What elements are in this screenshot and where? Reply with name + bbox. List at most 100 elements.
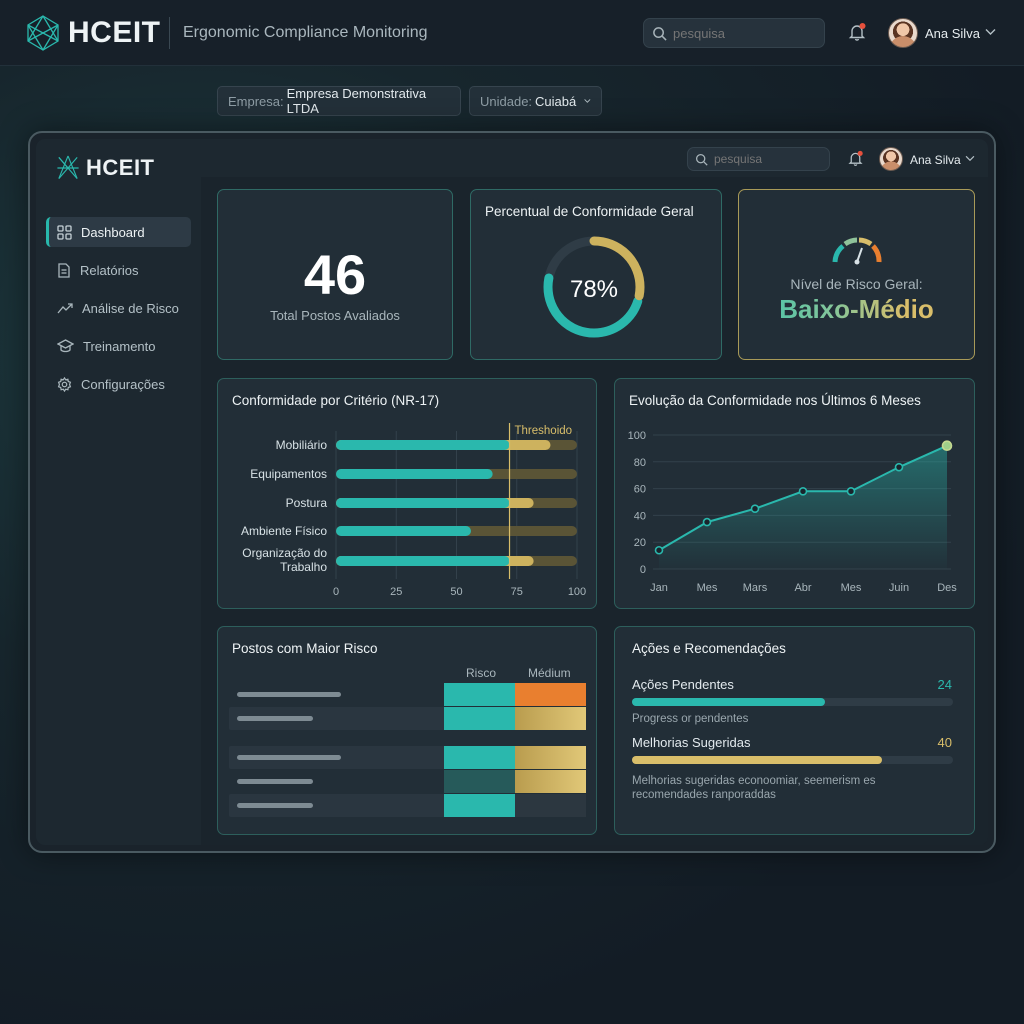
total-stations-card: 46 Total Postos Avaliados — [217, 189, 453, 360]
actions-card-title: Ações e Recomendações — [632, 641, 786, 656]
suggested-improvements-note: Melhorias sugeridas econoomiar, seemeris… — [632, 775, 876, 801]
inner-user-name[interactable]: Ana Silva — [910, 153, 961, 167]
search-input[interactable] — [673, 25, 793, 41]
sidebar-item-label: Configurações — [81, 376, 165, 392]
line-y-tick-label: 40 — [634, 510, 646, 522]
station-name-placeholder — [237, 755, 341, 760]
pending-actions-note: Progress or pendentes — [632, 713, 749, 725]
line-point — [941, 440, 953, 452]
notification-bell-icon[interactable] — [847, 150, 864, 167]
sidebar-item-label: Análise de Risco — [82, 300, 179, 316]
company-filter[interactable]: Empresa: Empresa Demonstrativa LTDA — [217, 86, 461, 116]
bar-mark — [336, 556, 510, 566]
line-y-tick-label: 20 — [634, 537, 646, 549]
risk-table-row[interactable] — [229, 794, 586, 817]
total-stations-value: 46 — [303, 243, 367, 306]
line-y-tick-label: 80 — [634, 457, 646, 469]
station-name-placeholder — [237, 803, 313, 808]
bar-x-tick-label: 0 — [333, 586, 339, 598]
sidebar-item-training[interactable]: Treinamento — [46, 331, 191, 361]
notification-bell-icon[interactable] — [847, 22, 867, 42]
sidebar-nav: Dashboard Relatórios Análise de Risco Tr… — [46, 217, 191, 407]
bar-mark — [336, 440, 510, 450]
risk-cell — [444, 746, 515, 769]
risk-table-row[interactable] — [229, 746, 586, 769]
speedometer-gauge-icon — [832, 237, 882, 265]
line-point — [702, 517, 712, 527]
brand-divider — [169, 17, 170, 49]
line-point — [846, 486, 856, 496]
medium-cell — [515, 683, 586, 706]
company-filter-label: Empresa: — [228, 93, 284, 109]
suggested-improvements-progress-fill — [632, 756, 883, 764]
company-filter-value: Empresa Demonstrativa LTDA — [286, 86, 427, 116]
inner-search-input[interactable] — [714, 152, 814, 166]
line-point — [894, 462, 904, 472]
trend-chart-icon — [57, 303, 73, 314]
unit-filter-dropdown[interactable]: Unidade: Cuiabá — [469, 86, 602, 116]
pending-actions-value: 24 — [937, 677, 952, 692]
risk-table-row[interactable] — [229, 683, 586, 706]
gear-icon — [57, 376, 72, 392]
sidebar-item-reports[interactable]: Relatórios — [46, 255, 191, 285]
risk-column-header: Risco — [466, 666, 497, 680]
bar-category-label: Postura — [286, 496, 328, 510]
sidebar-item-label: Treinamento — [83, 338, 156, 354]
bar-x-tick-label: 100 — [568, 586, 586, 598]
bar-category-label: Organização do Trabalho — [242, 546, 327, 574]
line-point — [750, 504, 760, 513]
station-name-placeholder — [237, 692, 341, 697]
pending-actions-progress-fill — [632, 698, 825, 706]
bar-mark — [336, 526, 471, 536]
bar-mark — [336, 498, 510, 508]
line-x-tick-label: Mes — [697, 582, 718, 594]
chevron-down-icon[interactable] — [965, 155, 975, 162]
user-avatar[interactable] — [888, 18, 918, 48]
bar-category-label: Equipamentos — [250, 467, 327, 481]
pending-actions-progress — [632, 698, 953, 706]
inner-search-box[interactable] — [687, 147, 830, 171]
dashboard-grid-icon — [57, 224, 72, 240]
risk-table-row[interactable] — [229, 707, 586, 730]
line-x-tick-label: Jan — [650, 582, 668, 594]
conformity-value: 78% — [569, 276, 619, 303]
risk-table-title: Postos com Maior Risco — [232, 641, 378, 656]
brand-logo[interactable]: HCEIT — [26, 14, 161, 52]
unit-filter-value: Cuiabá — [535, 93, 577, 109]
line-y-tick-label: 100 — [628, 430, 646, 442]
highest-risk-stations-card: Postos com Maior Risco Risco Médium — [217, 626, 597, 835]
risk-level-value: Baixo-Médio — [739, 294, 974, 325]
search-icon — [653, 26, 667, 41]
risk-table-row[interactable] — [229, 770, 586, 793]
risk-cell — [444, 683, 515, 706]
line-point — [654, 545, 664, 555]
chevron-down-icon[interactable] — [985, 28, 996, 36]
search-icon — [695, 153, 708, 166]
line-point — [798, 486, 808, 496]
sidebar-item-risk-analysis[interactable]: Análise de Risco — [46, 293, 191, 323]
conformity-evolution-card: Evolução da Conformidade nos Últimos 6 M… — [614, 378, 975, 609]
medium-cell — [515, 770, 586, 793]
sidebar-brand-logo[interactable]: HCEIT — [56, 154, 155, 182]
risk-cell — [444, 794, 515, 817]
criteria-conformity-card: Conformidade por Critério (NR-17) 0 25 50 7… — [217, 378, 597, 609]
pending-actions-label: Ações Pendentes — [632, 677, 734, 692]
sidebar-item-dashboard[interactable]: Dashboard — [46, 217, 191, 247]
criteria-bar-chart: 0 25 50 75 100 Mobiliário Equipamentos Postura A… — [241, 423, 586, 598]
medium-column-header: Médium — [528, 666, 571, 680]
conformity-line-chart: 0 20 40 60 80 100 Jan Mes Mars Abr Mes Juin Des — [628, 430, 958, 594]
sidebar-item-settings[interactable]: Configurações — [46, 369, 191, 399]
suggested-improvements-label: Melhorias Sugeridas — [632, 735, 751, 750]
top-search-box[interactable] — [643, 18, 825, 48]
suggested-improvements-value: 40 — [937, 735, 952, 750]
risk-cell — [444, 770, 515, 793]
conformity-card-title: Percentual de Conformidade Geral — [485, 204, 694, 219]
chevron-down-icon — [584, 99, 591, 103]
bar-x-tick-label: 75 — [511, 586, 523, 598]
unit-filter-label: Unidade: — [480, 93, 533, 109]
inner-user-avatar[interactable] — [879, 147, 903, 171]
user-name[interactable]: Ana Silva — [925, 26, 980, 41]
risk-cell — [444, 707, 515, 730]
sidebar-item-label: Relatórios — [80, 262, 139, 278]
medium-cell — [515, 746, 586, 769]
